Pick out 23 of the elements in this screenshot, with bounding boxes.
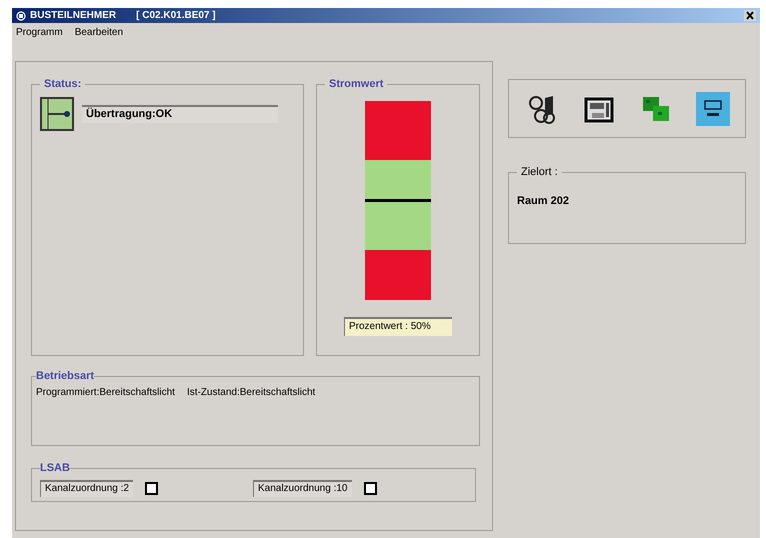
destination-value: Raum 202 (517, 194, 570, 208)
group-label: Zielort : (520, 165, 559, 180)
group-label: Status: (43, 77, 82, 92)
group-label: Stromwert (328, 77, 384, 92)
app-icon (16, 10, 26, 20)
devices-icon (526, 94, 556, 124)
window-title: BUSTEILNEHMER (30, 9, 116, 23)
checkbox[interactable] (144, 482, 158, 496)
channel-field: Kanalzuordnung :2 (40, 480, 133, 498)
menu-item[interactable]: Programm (16, 24, 63, 40)
close-icon[interactable] (744, 10, 756, 21)
actual-mode: Ist-Zustand:Bereitschaftslicht (186, 386, 316, 400)
window-address: [ C02.K01.BE07 ] (136, 9, 216, 23)
status-field: Übertragung:OK (82, 104, 278, 122)
toolbar-button[interactable] (696, 92, 730, 126)
group-label: LSAB (40, 461, 70, 476)
group-label: Betriebsart (36, 369, 94, 384)
menu-item[interactable]: Bearbeiten (74, 24, 124, 40)
connection-icon (40, 96, 74, 130)
percent-field: Prozentwert : 50% (344, 316, 452, 336)
checkbox[interactable] (364, 482, 376, 496)
programmed-mode: Programmiert:Bereitschaftslicht (36, 386, 175, 400)
channel-field: Kanalzuordnung :10 (252, 480, 352, 498)
